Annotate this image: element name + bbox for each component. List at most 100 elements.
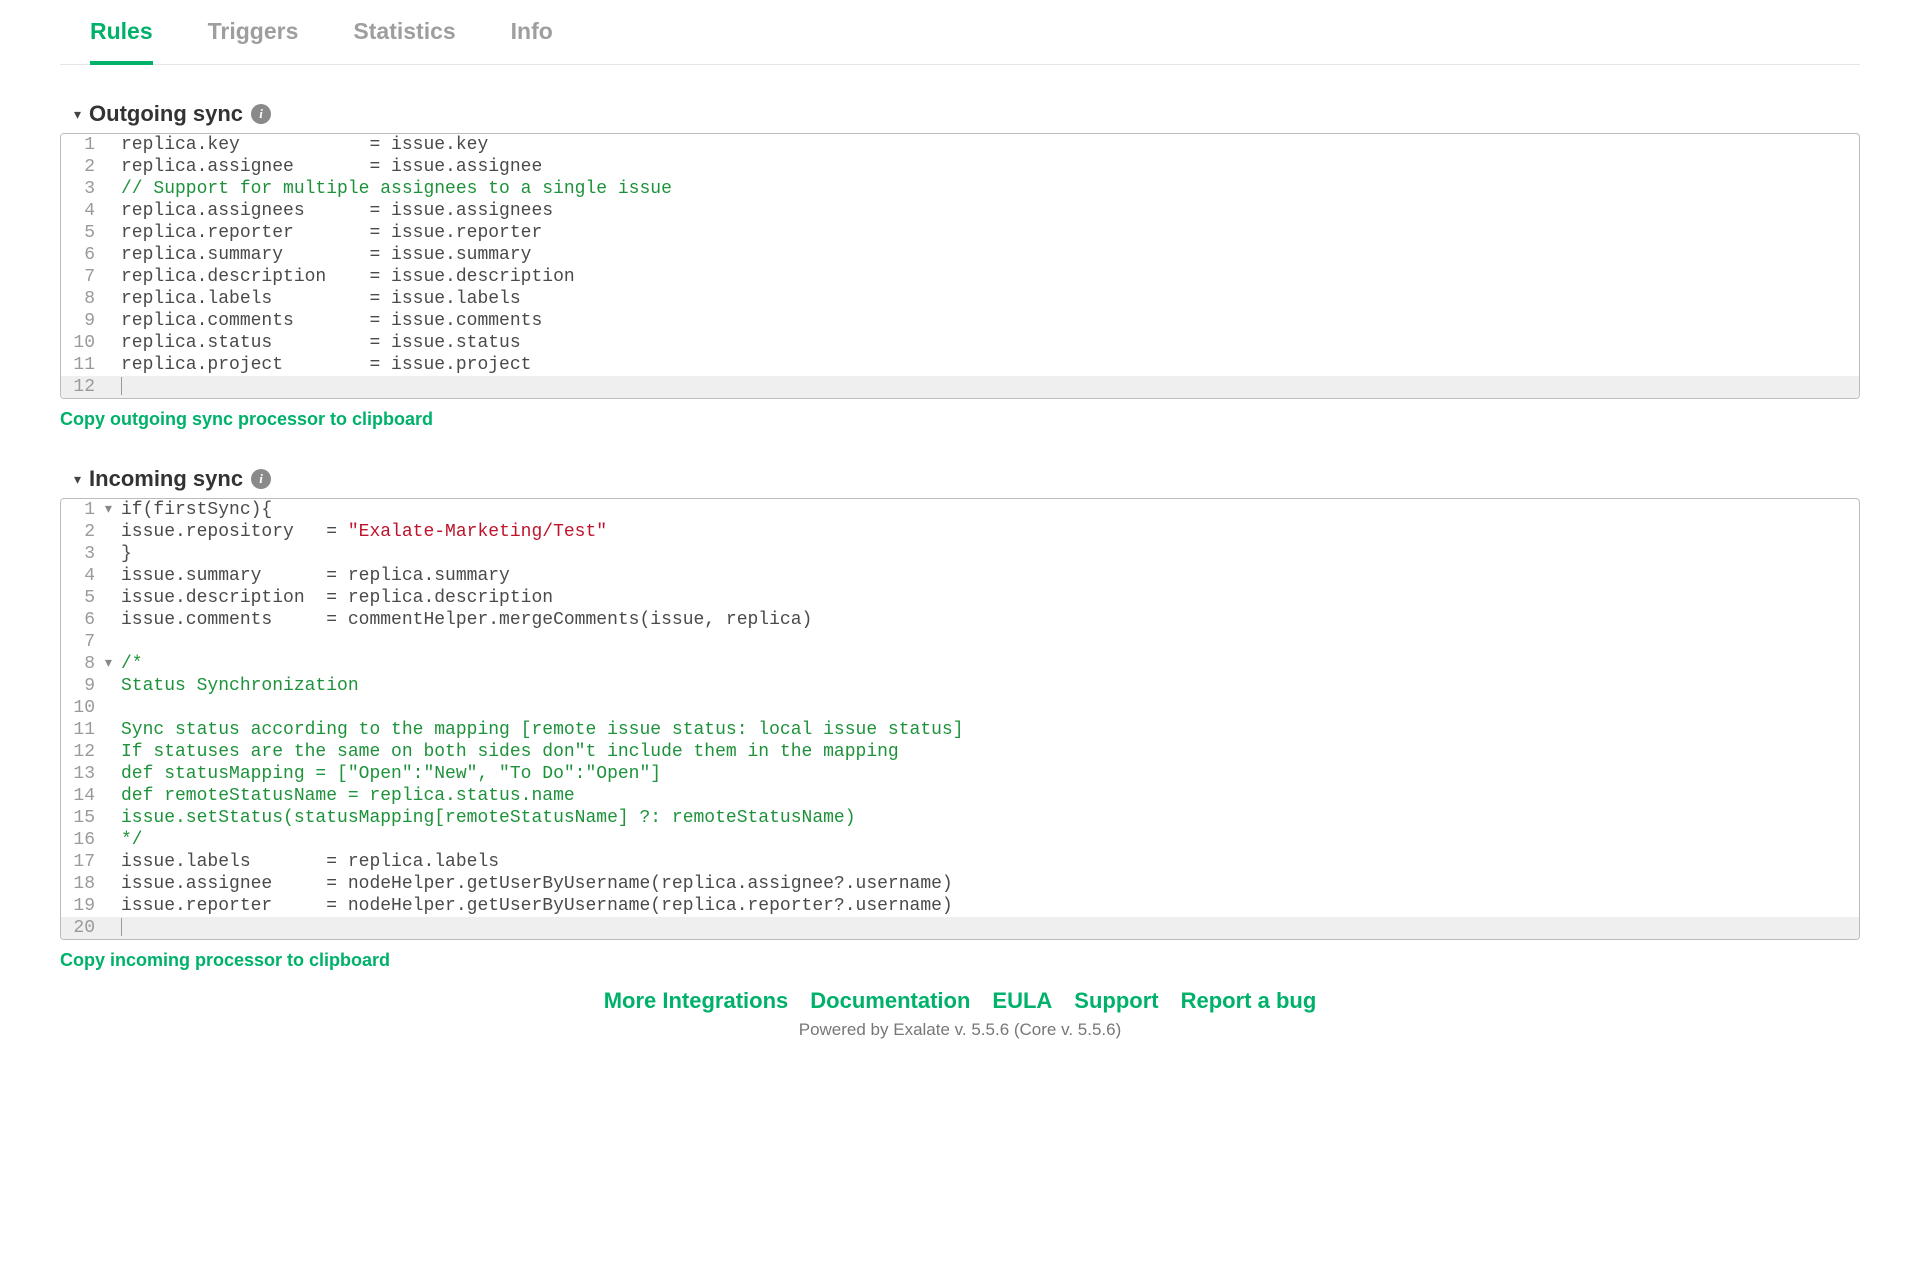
fold-gutter (103, 310, 121, 332)
code-content[interactable]: issue.description = replica.description (121, 587, 1859, 609)
code-line[interactable]: 13def statusMapping = ["Open":"New", "To… (61, 763, 1859, 785)
code-content[interactable]: replica.summary = issue.summary (121, 244, 1859, 266)
fold-gutter (103, 288, 121, 310)
fold-gutter (103, 543, 121, 565)
code-line[interactable]: 17issue.labels = replica.labels (61, 851, 1859, 873)
outgoing-sync-header[interactable]: ▾ Outgoing sync i (74, 101, 1860, 127)
code-content[interactable]: def remoteStatusName = replica.status.na… (121, 785, 1859, 807)
fold-gutter (103, 917, 121, 939)
copy-outgoing-link[interactable]: Copy outgoing sync processor to clipboar… (60, 409, 1860, 430)
code-line[interactable]: 19 issue.reporter = nodeHelper.getUserByU… (61, 895, 1859, 917)
fold-gutter (103, 376, 121, 398)
code-line[interactable]: 5issue.description = replica.description (61, 587, 1859, 609)
code-line[interactable]: 10replica.status = issue.status (61, 332, 1859, 354)
incoming-sync-editor[interactable]: 1▾if(firstSync){2issue.repository = "Exa… (60, 498, 1860, 940)
code-content[interactable]: issue.reporter = nodeHelper.getUserByUse… (121, 895, 1859, 917)
code-line[interactable]: 3} (61, 543, 1859, 565)
line-number: 20 (61, 917, 103, 939)
tab-statistics[interactable]: Statistics (353, 0, 455, 64)
code-line[interactable]: 12 (61, 376, 1859, 398)
code-content[interactable]: replica.key = issue.key (121, 134, 1859, 156)
tab-rules[interactable]: Rules (90, 0, 153, 65)
code-content[interactable] (121, 376, 1859, 398)
code-line[interactable]: 10 (61, 697, 1859, 719)
tab-triggers[interactable]: Triggers (208, 0, 299, 64)
line-number: 8 (61, 288, 103, 310)
code-line[interactable]: 6replica.summary = issue.summary (61, 244, 1859, 266)
code-line[interactable]: 18issue.assignee = nodeHelper.getUserByU… (61, 873, 1859, 895)
code-content[interactable]: Sync status according to the mapping [re… (121, 719, 1859, 741)
code-line[interactable]: 12If statuses are the same on both sides… (61, 741, 1859, 763)
code-content[interactable]: issue.labels = replica.labels (121, 851, 1859, 873)
code-line[interactable]: 5replica.reporter = issue.reporter (61, 222, 1859, 244)
code-content[interactable]: replica.labels = issue.labels (121, 288, 1859, 310)
line-number: 19 (61, 895, 103, 917)
code-line[interactable]: 1▾if(firstSync){ (61, 499, 1859, 521)
code-line[interactable]: 2replica.assignee = issue.assignee (61, 156, 1859, 178)
code-line[interactable]: 14 def remoteStatusName = replica.status.… (61, 785, 1859, 807)
code-content[interactable]: replica.assignees = issue.assignees (121, 200, 1859, 222)
code-line[interactable]: 20 (61, 917, 1859, 939)
code-line[interactable]: 11replica.project = issue.project (61, 354, 1859, 376)
outgoing-sync-editor[interactable]: 1replica.key = issue.key2replica.assigne… (60, 133, 1860, 399)
code-content[interactable]: issue.assignee = nodeHelper.getUserByUse… (121, 873, 1859, 895)
code-line[interactable]: 7replica.description = issue.description (61, 266, 1859, 288)
code-line[interactable]: 16*/ (61, 829, 1859, 851)
code-line[interactable]: 4replica.assignees = issue.assignees (61, 200, 1859, 222)
info-icon[interactable]: i (251, 469, 271, 489)
code-line[interactable]: 6 issue.comments = commentHelper.mergeCom… (61, 609, 1859, 631)
copy-incoming-link[interactable]: Copy incoming processor to clipboard (60, 950, 1860, 970)
code-line[interactable]: 9replica.comments = issue.comments (61, 310, 1859, 332)
chevron-down-icon: ▾ (74, 471, 81, 488)
code-line[interactable]: 15issue.setStatus(statusMapping[remoteSt… (61, 807, 1859, 829)
code-line[interactable]: 4issue.summary = replica.summary (61, 565, 1859, 587)
code-content[interactable]: replica.comments = issue.comments (121, 310, 1859, 332)
line-number: 14 (61, 785, 103, 807)
code-content[interactable]: /* (121, 653, 1859, 675)
code-content[interactable]: replica.reporter = issue.reporter (121, 222, 1859, 244)
code-content[interactable]: if(firstSync){ (121, 499, 1859, 521)
info-icon[interactable]: i (251, 104, 271, 124)
code-content[interactable] (121, 917, 1859, 939)
code-content[interactable]: issue.summary = replica.summary (121, 565, 1859, 587)
line-number: 3 (61, 178, 103, 200)
line-number: 6 (61, 609, 103, 631)
code-content[interactable]: Status Synchronization (121, 675, 1859, 697)
fold-gutter (103, 873, 121, 895)
footer-link-eula[interactable]: EULA (992, 988, 1052, 1014)
footer-link-report-a-bug[interactable]: Report a bug (1181, 988, 1317, 1014)
code-line[interactable]: 1replica.key = issue.key (61, 134, 1859, 156)
code-line[interactable]: 2issue.repository = "Exalate-Marketing/T… (61, 521, 1859, 543)
code-content[interactable]: */ (121, 829, 1859, 851)
fold-gutter (103, 332, 121, 354)
chevron-down-icon: ▾ (74, 106, 81, 123)
code-content[interactable]: replica.status = issue.status (121, 332, 1859, 354)
footer-link-support[interactable]: Support (1074, 988, 1158, 1014)
code-content[interactable]: issue.repository = "Exalate-Marketing/Te… (121, 521, 1859, 543)
code-line[interactable]: 8▾/* (61, 653, 1859, 675)
code-line[interactable]: 9Status Synchronization (61, 675, 1859, 697)
code-content[interactable]: } (121, 543, 1859, 565)
code-line[interactable]: 7 (61, 631, 1859, 653)
fold-gutter (103, 156, 121, 178)
code-content[interactable]: issue.comments = commentHelper.mergeComm… (121, 609, 1859, 631)
code-content[interactable]: replica.assignee = issue.assignee (121, 156, 1859, 178)
code-content[interactable]: // Support for multiple assignees to a s… (121, 178, 1859, 200)
footer-link-documentation[interactable]: Documentation (810, 988, 970, 1014)
line-number: 11 (61, 719, 103, 741)
code-content[interactable]: replica.project = issue.project (121, 354, 1859, 376)
code-content[interactable] (121, 631, 1859, 653)
fold-gutter[interactable]: ▾ (103, 653, 121, 675)
code-content[interactable]: issue.setStatus(statusMapping[remoteStat… (121, 807, 1859, 829)
incoming-sync-header[interactable]: ▾ Incoming sync i (74, 466, 1860, 492)
code-line[interactable]: 8 replica.labels = issue.labels (61, 288, 1859, 310)
code-content[interactable]: replica.description = issue.description (121, 266, 1859, 288)
code-content[interactable]: If statuses are the same on both sides d… (121, 741, 1859, 763)
tab-info[interactable]: Info (511, 0, 553, 64)
fold-gutter[interactable]: ▾ (103, 499, 121, 521)
code-line[interactable]: 11 Sync status according to the mapping [… (61, 719, 1859, 741)
code-line[interactable]: 3 // Support for multiple assignees to a … (61, 178, 1859, 200)
code-content[interactable]: def statusMapping = ["Open":"New", "To D… (121, 763, 1859, 785)
code-content[interactable] (121, 697, 1859, 719)
footer-link-more-integrations[interactable]: More Integrations (604, 988, 789, 1014)
